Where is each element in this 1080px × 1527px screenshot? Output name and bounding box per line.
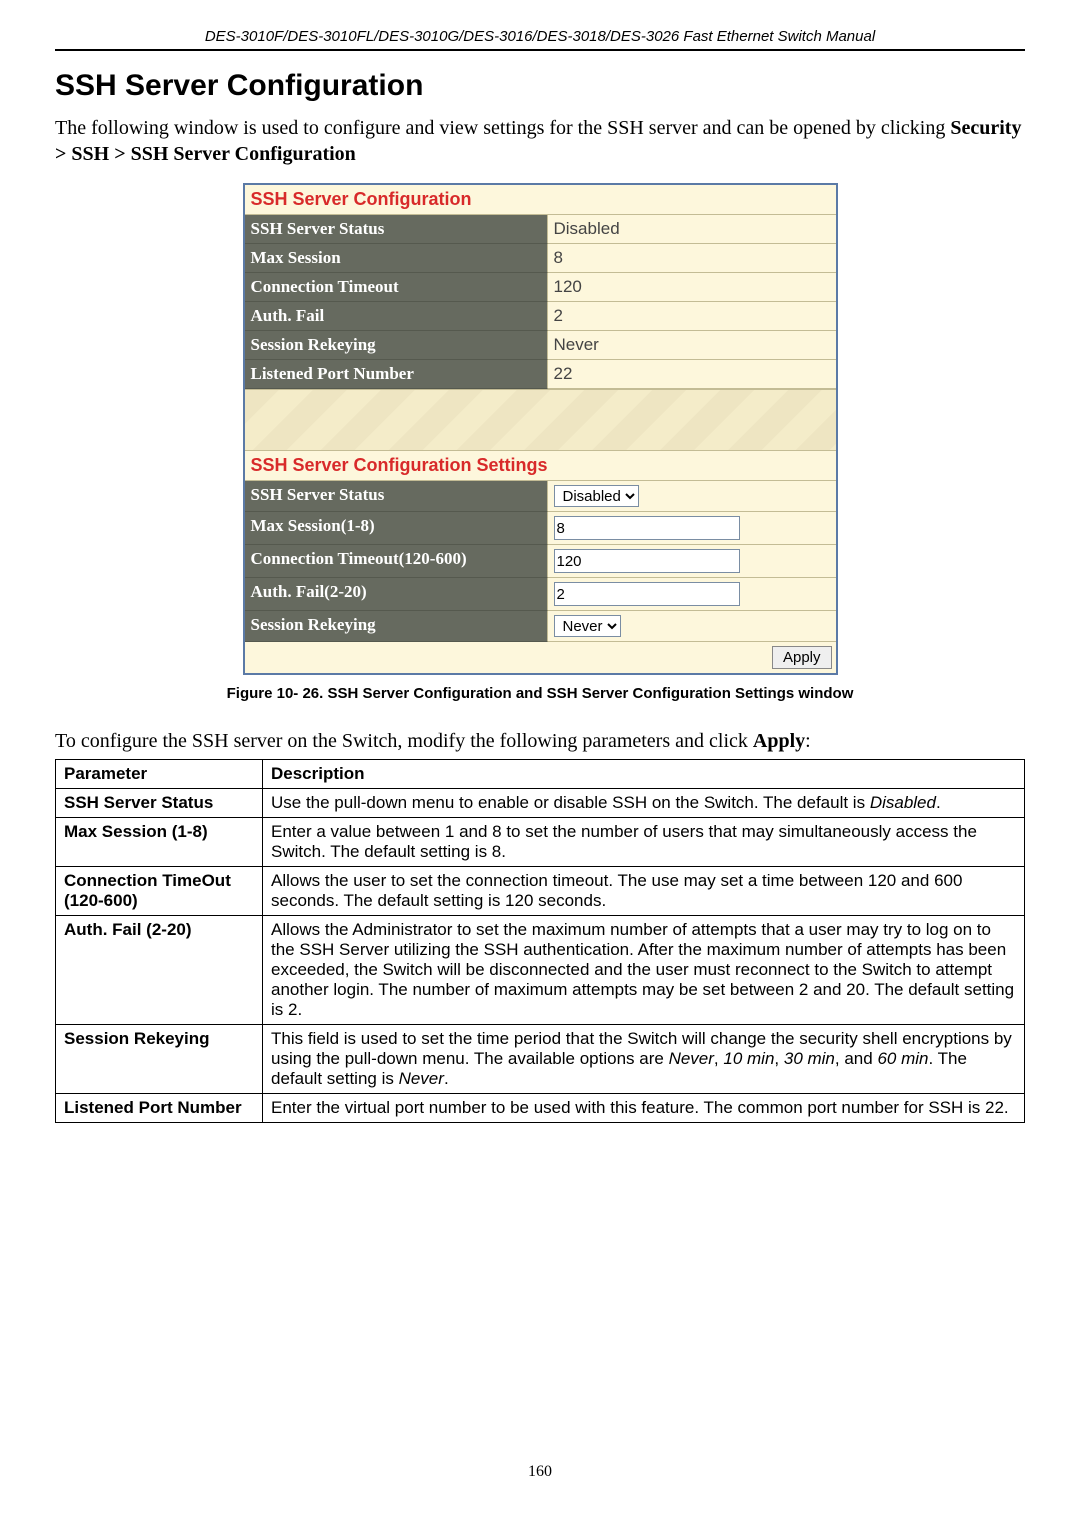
settings-authfail-value-cell	[548, 578, 836, 611]
apply-row: Apply	[245, 642, 836, 673]
settings-status-value-cell: Disabled	[548, 481, 836, 512]
ssh-config-figure: SSH Server Configuration SSH Server Stat…	[243, 183, 838, 675]
authfail-value: 2	[548, 302, 836, 331]
table-row: Listened Port Number Enter the virtual p…	[56, 1094, 1025, 1123]
desc-listenedport: Enter the virtual port number to be used…	[263, 1094, 1025, 1123]
intro-paragraph: The following window is used to configur…	[55, 115, 1025, 167]
param-listenedport: Listened Port Number	[56, 1094, 263, 1123]
header-text: DES-3010F/DES-3010FL/DES-3010G/DES-3016/…	[55, 28, 1025, 51]
param-maxsession: Max Session (1-8)	[56, 818, 263, 867]
desc-rekeying-i2: 10 min	[723, 1049, 774, 1068]
desc-authfail: Allows the Administrator to set the maxi…	[263, 916, 1025, 1025]
settings-authfail-row: Auth. Fail(2-20)	[245, 578, 836, 611]
settings-conntimeout-value-cell	[548, 545, 836, 578]
conntimeout-row: Connection Timeout 120	[245, 273, 836, 302]
status-select[interactable]: Disabled	[554, 485, 639, 507]
th-parameter: Parameter	[56, 760, 263, 789]
desc-status-italic: Disabled	[870, 793, 936, 812]
maxsession-value: 8	[548, 244, 836, 273]
settings-rekeying-row: Session Rekeying Never	[245, 611, 836, 642]
intro-text: The following window is used to configur…	[55, 117, 950, 139]
maxsession-label: Max Session	[245, 244, 548, 273]
rekeying-row: Session Rekeying Never	[245, 331, 836, 360]
listenedport-label: Listened Port Number	[245, 360, 548, 389]
figure-caption: Figure 10- 26. SSH Server Configuration …	[55, 685, 1025, 702]
rekeying-select[interactable]: Never	[554, 615, 621, 637]
rekeying-label: Session Rekeying	[245, 331, 548, 360]
settings-rekeying-label: Session Rekeying	[245, 611, 548, 642]
table-row: Auth. Fail (2-20) Allows the Administrat…	[56, 916, 1025, 1025]
param-authfail: Auth. Fail (2-20)	[56, 916, 263, 1025]
figure-gap	[245, 389, 836, 451]
authfail-label: Auth. Fail	[245, 302, 548, 331]
before-table-apply: Apply	[753, 730, 805, 752]
table-header-row: Parameter Description	[56, 760, 1025, 789]
settings-conntimeout-row: Connection Timeout(120-600)	[245, 545, 836, 578]
page-number: 160	[55, 1463, 1025, 1511]
maxsession-row: Max Session 8	[245, 244, 836, 273]
status-row: SSH Server Status Disabled	[245, 215, 836, 244]
desc-rekeying-post: .	[444, 1069, 449, 1088]
table-row: SSH Server Status Use the pull-down menu…	[56, 789, 1025, 818]
authfail-input[interactable]	[554, 582, 740, 606]
desc-rekeying-i1: Never	[669, 1049, 714, 1068]
page-title: SSH Server Configuration	[55, 69, 1025, 103]
settings-maxsession-value-cell	[548, 512, 836, 545]
ssh-settings-title: SSH Server Configuration Settings	[245, 451, 836, 481]
desc-rekeying-i5: Never	[399, 1069, 444, 1088]
authfail-row: Auth. Fail 2	[245, 302, 836, 331]
settings-status-row: SSH Server Status Disabled	[245, 481, 836, 512]
conntimeout-label: Connection Timeout	[245, 273, 548, 302]
table-row: Connection TimeOut (120-600) Allows the …	[56, 867, 1025, 916]
desc-rekeying-i4: 60 min	[877, 1049, 928, 1068]
rekeying-value: Never	[548, 331, 836, 360]
listenedport-row: Listened Port Number 22	[245, 360, 836, 389]
settings-status-label: SSH Server Status	[245, 481, 548, 512]
desc-rekeying-s2: ,	[774, 1049, 783, 1068]
before-table-prefix: To configure the SSH server on the Switc…	[55, 730, 753, 752]
status-value: Disabled	[548, 215, 836, 244]
before-table-text: To configure the SSH server on the Switc…	[55, 730, 1025, 753]
settings-maxsession-row: Max Session(1-8)	[245, 512, 836, 545]
settings-conntimeout-label: Connection Timeout(120-600)	[245, 545, 548, 578]
settings-rekeying-value-cell: Never	[548, 611, 836, 642]
before-table-tail: :	[805, 730, 811, 752]
desc-rekeying: This field is used to set the time perio…	[263, 1025, 1025, 1094]
desc-rekeying-i3: 30 min	[784, 1049, 835, 1068]
desc-status-pre: Use the pull-down menu to enable or disa…	[271, 793, 870, 812]
conntimeout-input[interactable]	[554, 549, 740, 573]
apply-button[interactable]: Apply	[772, 646, 832, 669]
desc-rekeying-s1: ,	[714, 1049, 723, 1068]
desc-status-post: .	[936, 793, 941, 812]
desc-conntimeout: Allows the user to set the connection ti…	[263, 867, 1025, 916]
settings-authfail-label: Auth. Fail(2-20)	[245, 578, 548, 611]
maxsession-input[interactable]	[554, 516, 740, 540]
table-row: Session Rekeying This field is used to s…	[56, 1025, 1025, 1094]
desc-rekeying-s3: , and	[835, 1049, 878, 1068]
listenedport-value: 22	[548, 360, 836, 389]
conntimeout-value: 120	[548, 273, 836, 302]
status-label: SSH Server Status	[245, 215, 548, 244]
desc-maxsession: Enter a value between 1 and 8 to set the…	[263, 818, 1025, 867]
th-description: Description	[263, 760, 1025, 789]
table-row: Max Session (1-8) Enter a value between …	[56, 818, 1025, 867]
ssh-config-title: SSH Server Configuration	[245, 185, 836, 215]
param-rekeying: Session Rekeying	[56, 1025, 263, 1094]
param-conntimeout: Connection TimeOut (120-600)	[56, 867, 263, 916]
desc-status: Use the pull-down menu to enable or disa…	[263, 789, 1025, 818]
settings-maxsession-label: Max Session(1-8)	[245, 512, 548, 545]
parameter-table: Parameter Description SSH Server Status …	[55, 759, 1025, 1123]
param-status: SSH Server Status	[56, 789, 263, 818]
